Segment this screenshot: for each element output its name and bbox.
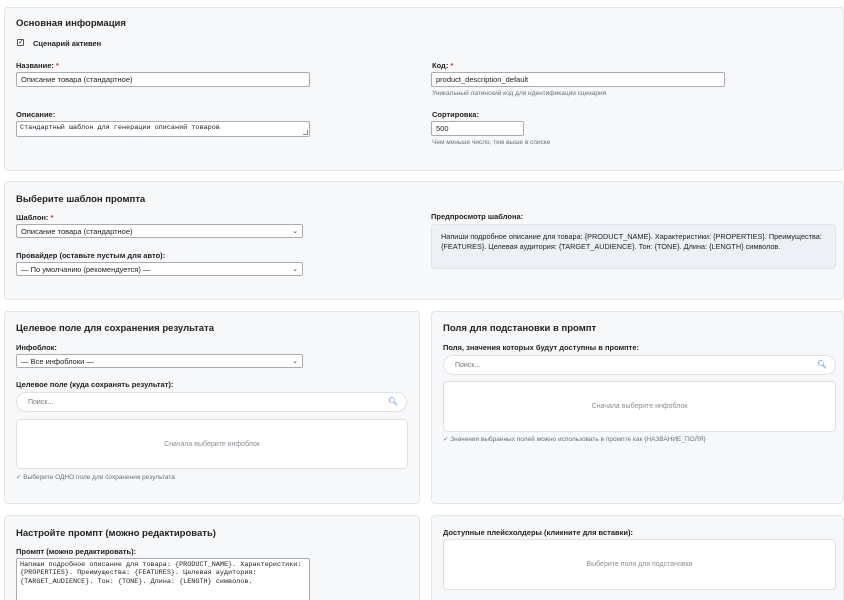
- substitution-fields-list: Сначала выберите инфоблок: [443, 381, 836, 432]
- required-mark: *: [50, 213, 54, 222]
- preview-label: Предпросмотр шаблона:: [431, 212, 524, 221]
- search-icon[interactable]: 🔍︎: [388, 397, 398, 406]
- resize-handle[interactable]: [303, 130, 308, 135]
- placeholders-title: Доступные плейсхолдеры (кликните для вст…: [443, 528, 633, 537]
- substitution-fields-subtitle: Поля, значения которых будут доступны в …: [443, 343, 639, 352]
- search-placeholder: Поиск...: [455, 362, 481, 369]
- description-textarea[interactable]: Стандартный шаблон для генерации описани…: [16, 121, 310, 137]
- placeholders-list: Выберите поля для подстановки: [443, 539, 836, 590]
- code-hint: Уникальный латинский код для идентификац…: [432, 90, 607, 97]
- target-field-title: Целевое поле для сохранения результата: [16, 323, 215, 334]
- prompt-text: Напиши подробное описание для товара: {P…: [20, 561, 302, 586]
- prompt-title: Настройте промпт (можно редактировать): [16, 528, 216, 539]
- name-label: Название: *: [16, 61, 59, 70]
- sort-input[interactable]: 500: [431, 121, 524, 136]
- substitution-fields-hint: ✓ Значения выбранных полей можно использ…: [443, 436, 706, 443]
- target-field-hint: ✓ Выберите ОДНО поле для сохранения резу…: [16, 474, 175, 481]
- chevron-down-icon: ⌄: [292, 228, 298, 235]
- template-title: Выберите шаблон промпта: [16, 194, 146, 205]
- target-field-label: Целевое поле (куда сохранять результат):: [16, 380, 174, 389]
- provider-select[interactable]: — По умолчанию (рекомендуется) — ⌄: [16, 262, 303, 276]
- template-select[interactable]: Описание товара (стандартное) ⌄: [16, 224, 303, 238]
- search-icon[interactable]: 🔍︎: [817, 360, 827, 369]
- template-select-value: Описание товара (стандартное): [21, 227, 133, 236]
- substitution-fields-title: Поля для подстановки в промпт: [443, 323, 597, 334]
- iblock-label: Инфоблок:: [16, 343, 57, 352]
- provider-label: Провайдер (оставьте пустым для авто):: [16, 251, 166, 260]
- code-input[interactable]: product_description_default: [431, 72, 725, 87]
- description-text: Стандартный шаблон для генерации описани…: [20, 124, 220, 132]
- sort-hint: Чем меньше число, тем выше в списке: [432, 139, 551, 146]
- empty-state-text: Сначала выберите инфоблок: [591, 403, 688, 410]
- empty-state-text: Сначала выберите инфоблок: [164, 440, 260, 448]
- code-label: Код: *: [432, 61, 454, 70]
- required-mark: *: [56, 61, 59, 70]
- prompt-textarea[interactable]: Напиши подробное описание для товара: {P…: [16, 558, 310, 600]
- required-mark: *: [450, 61, 454, 70]
- template-label: Шаблон: *: [16, 213, 54, 222]
- provider-select-value: — По умолчанию (рекомендуется) —: [21, 265, 151, 274]
- active-checkbox-label: Сценарий активен: [33, 39, 102, 48]
- description-label: Описание:: [16, 110, 56, 119]
- prompt-label: Промпт (можно редактировать):: [16, 547, 137, 556]
- chevron-down-icon: ⌄: [292, 266, 298, 273]
- target-field-list: Сначала выберите инфоблок: [16, 419, 408, 469]
- search-placeholder: Поиск...: [28, 399, 54, 406]
- active-checkbox[interactable]: ✓: [17, 39, 24, 46]
- basic-info-panel: [4, 7, 844, 171]
- target-field-search[interactable]: Поиск... 🔍︎: [16, 392, 407, 412]
- checkmark-icon: ✓: [18, 39, 24, 46]
- substitution-fields-search[interactable]: Поиск... 🔍︎: [443, 355, 836, 375]
- basic-info-title: Основная информация: [16, 18, 126, 29]
- template-preview: Напиши подробное описание для товара: {P…: [431, 224, 836, 269]
- iblock-select-value: — Все инфоблоки —: [21, 357, 94, 366]
- empty-state-text: Выберите поля для подстановки: [586, 561, 693, 568]
- chevron-down-icon: ⌄: [292, 358, 298, 365]
- sort-label: Сортировка:: [432, 110, 479, 119]
- iblock-select[interactable]: — Все инфоблоки — ⌄: [16, 354, 303, 368]
- name-input[interactable]: Описание товара (стандартное): [16, 72, 310, 87]
